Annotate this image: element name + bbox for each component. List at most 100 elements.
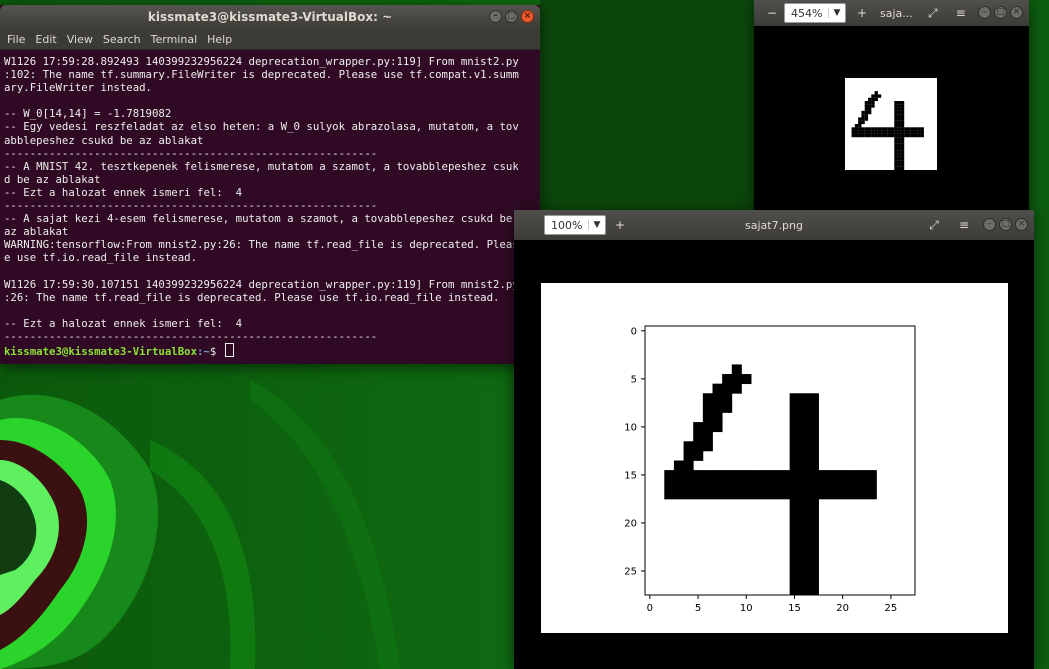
thumb-pixel	[910, 130, 915, 134]
heatmap-cell	[857, 470, 868, 481]
maximize-button[interactable]: □	[999, 218, 1012, 231]
thumb-pixel	[894, 114, 898, 118]
thumb-pixel	[900, 137, 905, 141]
maximize-button[interactable]: □	[994, 6, 1007, 19]
image-viewer-small[interactable]: − 454% ▼ + saja... ⤢ ≡ – □ ×	[754, 0, 1029, 212]
thumb-pixel	[897, 130, 901, 134]
heatmap-cell	[741, 489, 752, 500]
thumb-pixel	[891, 127, 895, 131]
close-button[interactable]: ×	[1010, 6, 1023, 19]
heatmap-cell	[702, 393, 713, 404]
heatmap-cell	[693, 479, 704, 490]
thumb-pixel	[894, 166, 898, 170]
heatmap-cell	[683, 479, 694, 490]
heatmap-cell	[847, 470, 858, 481]
thumb-pixel	[894, 107, 898, 111]
menu-edit[interactable]: Edit	[30, 33, 61, 46]
heatmap-cell	[693, 422, 704, 433]
heatmap-cell	[789, 508, 800, 519]
heatmap-cell	[722, 470, 733, 481]
thumb-pixel	[897, 140, 901, 144]
prompt-line[interactable]: kissmate3@kissmate3-VirtualBox:~$	[4, 343, 534, 358]
thumb-pixel	[868, 110, 872, 115]
thumb-pixel	[897, 120, 901, 125]
maximize-button[interactable]: □	[505, 10, 518, 23]
heatmap-cell	[780, 479, 791, 490]
thumb-pixel	[861, 110, 865, 115]
thumb-pixel	[900, 150, 905, 154]
thumb-pixel	[914, 130, 918, 134]
thumb-pixel	[897, 166, 901, 170]
thumb-pixel	[894, 147, 898, 151]
thumb-pixel	[897, 127, 901, 131]
fullscreen-icon[interactable]: ⤢	[926, 218, 942, 233]
thumb-pixel	[897, 133, 901, 138]
thumb-pixel	[907, 130, 911, 134]
x-tick-label: 25	[885, 603, 898, 614]
terminal-window[interactable]: kissmate3@kissmate3-VirtualBox: ~ – □ × …	[0, 5, 540, 364]
close-button[interactable]: ×	[1015, 218, 1028, 231]
heatmap-cell	[799, 470, 810, 481]
heatmap-cell	[789, 575, 800, 586]
close-button[interactable]: ×	[521, 10, 534, 23]
zoom-out-icon[interactable]: −	[764, 6, 780, 20]
viewer-main-toolbar[interactable]: 100% ▼ + sajat7.png ⤢ ≡ – □ ×	[514, 210, 1034, 240]
y-tick-label: 20	[624, 518, 637, 529]
heatmap-cell	[799, 518, 810, 529]
thumb-pixel	[864, 107, 869, 111]
heatmap-cell	[702, 412, 713, 423]
viewer-small-title: saja...	[880, 6, 913, 20]
heatmap-cell	[837, 470, 848, 481]
minimize-button[interactable]: –	[978, 6, 991, 19]
heatmap-cell	[712, 470, 723, 481]
heatmap-cell	[702, 479, 713, 490]
thumb-pixel	[894, 130, 898, 134]
zoom-in-icon[interactable]: +	[612, 218, 628, 232]
heatmap-cell	[780, 489, 791, 500]
zoom-in-icon[interactable]: +	[854, 6, 870, 20]
thumb-pixel	[874, 97, 878, 102]
heatmap-cell	[799, 527, 810, 538]
thumb-pixel	[881, 133, 885, 138]
thumb-pixel	[884, 133, 888, 138]
thumb-pixel	[900, 101, 905, 105]
heatmap-cell	[808, 431, 819, 442]
heatmap-cell	[789, 489, 800, 500]
heatmap-cell	[828, 479, 839, 490]
thumb-pixel	[900, 143, 905, 148]
thumb-pixel	[871, 127, 875, 131]
thumb-pixel	[894, 153, 898, 157]
terminal-menubar: File Edit View Search Terminal Help	[0, 29, 540, 50]
heatmap-cell	[799, 460, 810, 471]
thumb-pixel	[887, 133, 892, 138]
menu-terminal[interactable]: Terminal	[146, 33, 203, 46]
heatmap-cell	[808, 460, 819, 471]
terminal-titlebar[interactable]: kissmate3@kissmate3-VirtualBox: ~ – □ ×	[0, 5, 540, 29]
image-viewer-main[interactable]: 100% ▼ + sajat7.png ⤢ ≡ – □ × 0 5 10 15 20 25…	[514, 210, 1034, 669]
heatmap-cell	[702, 402, 713, 413]
prompt-path: :~	[197, 345, 210, 359]
menu-icon[interactable]: ≡	[956, 218, 972, 232]
heatmap-cell	[808, 508, 819, 519]
terminal-output-area[interactable]: W1126 17:59:28.892493 140399232956224 de…	[0, 50, 534, 364]
menu-search[interactable]: Search	[98, 33, 146, 46]
thumb-pixel	[854, 124, 859, 128]
heatmap-cell	[673, 460, 684, 471]
minimize-button[interactable]: –	[983, 218, 996, 231]
menu-file[interactable]: File	[2, 33, 30, 46]
viewer-small-toolbar[interactable]: − 454% ▼ + saja... ⤢ ≡ – □ ×	[754, 0, 1029, 26]
thumb-pixel	[871, 97, 875, 102]
zoom-select[interactable]: 454% ▼	[784, 3, 846, 23]
zoom-select[interactable]: 100% ▼	[544, 215, 606, 235]
thumb-pixel	[871, 130, 875, 134]
fullscreen-icon[interactable]: ⤢	[925, 6, 941, 21]
menu-icon[interactable]: ≡	[953, 6, 969, 20]
thumb-pixel	[900, 127, 905, 131]
thumb-pixel	[881, 130, 885, 134]
menu-view[interactable]: View	[62, 33, 98, 46]
thumb-pixel	[910, 133, 915, 138]
minimize-button[interactable]: –	[489, 10, 502, 23]
heatmap-cell	[683, 460, 694, 471]
heatmap-cell	[808, 402, 819, 413]
menu-help[interactable]: Help	[202, 33, 237, 46]
